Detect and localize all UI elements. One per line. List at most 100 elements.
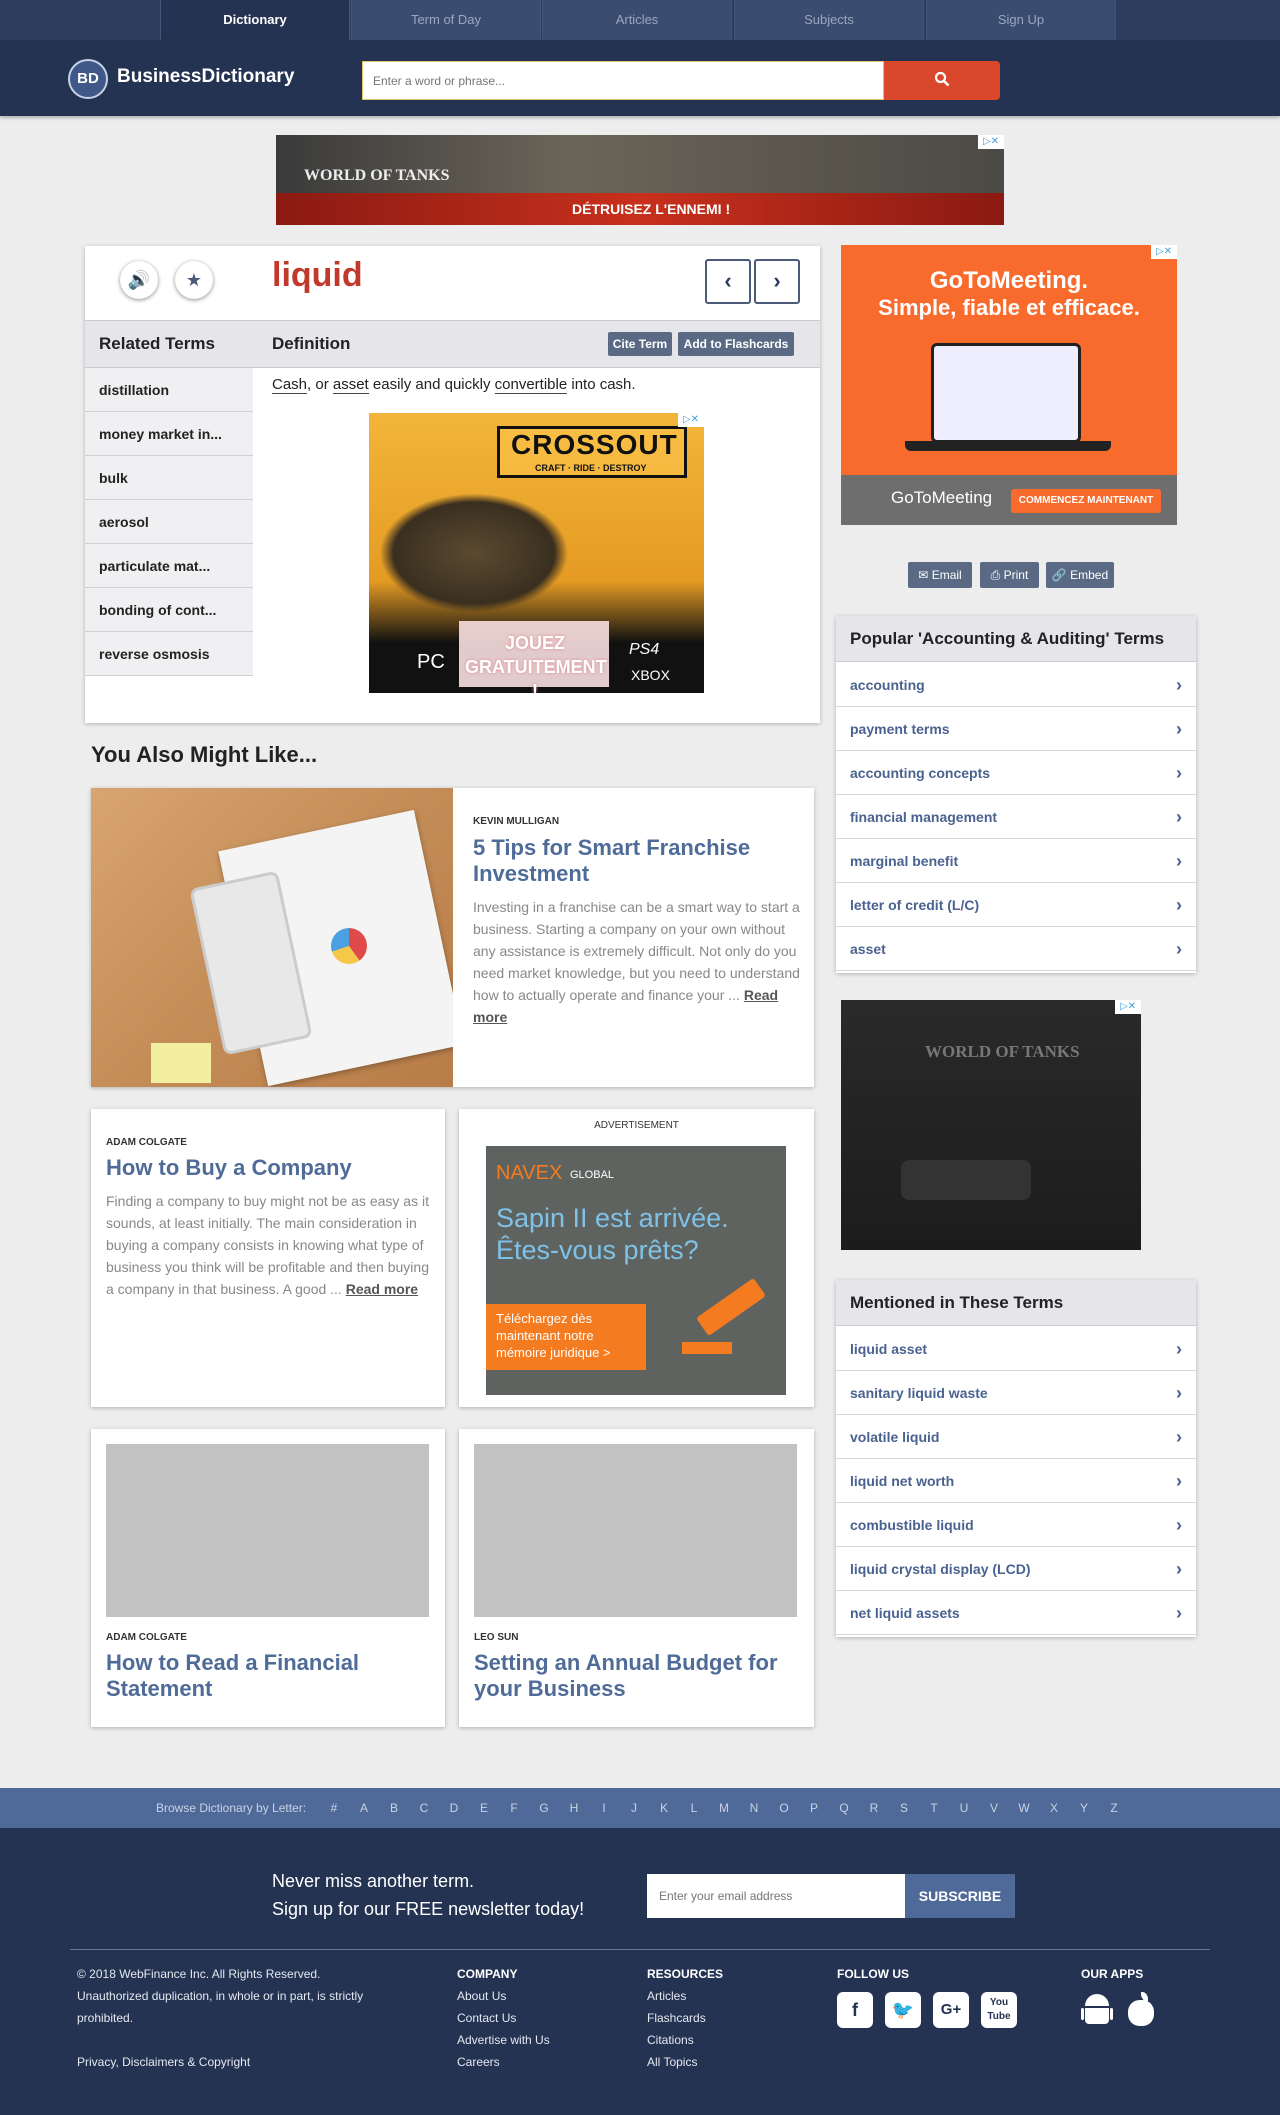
browse-letter-link[interactable]: Y: [1077, 1801, 1091, 1815]
tab-sign-up[interactable]: Sign Up: [926, 0, 1116, 40]
related-term-item[interactable]: reverse osmosis: [85, 632, 253, 676]
browse-letter-link[interactable]: T: [927, 1801, 941, 1815]
browse-letter-link[interactable]: M: [717, 1801, 731, 1815]
browse-letter-link[interactable]: H: [567, 1801, 581, 1815]
definition-link[interactable]: Cash: [272, 376, 308, 394]
ad-close-icon[interactable]: ▷✕: [1151, 245, 1177, 259]
ad-close-icon[interactable]: ▷✕: [678, 413, 704, 427]
browse-letter-link[interactable]: A: [357, 1801, 371, 1815]
mentioned-term-item[interactable]: combustible liquid ›: [836, 1503, 1196, 1547]
related-term-item[interactable]: money market in...: [85, 412, 253, 456]
pronounce-button[interactable]: 🔊: [120, 261, 158, 299]
browse-letter-link[interactable]: N: [747, 1801, 761, 1815]
subscribe-button[interactable]: SUBSCRIBE: [905, 1874, 1015, 1918]
browse-letter-link[interactable]: U: [957, 1801, 971, 1815]
browse-letter-link[interactable]: K: [657, 1801, 671, 1815]
footer-link[interactable]: All Topics: [647, 2055, 697, 2069]
related-term-item[interactable]: aerosol: [85, 500, 253, 544]
google-plus-icon[interactable]: G+: [933, 1992, 969, 2028]
browse-letter-link[interactable]: C: [417, 1801, 431, 1815]
tab-term-of-day[interactable]: Term of Day: [351, 0, 541, 40]
right-ad-worldoftanks[interactable]: WORLD OF TANKS ▷✕: [841, 1000, 1141, 1250]
related-term-item[interactable]: bulk: [85, 456, 253, 500]
browse-letter-link[interactable]: Q: [837, 1801, 851, 1815]
mentioned-term-item[interactable]: liquid crystal display (LCD) ›: [836, 1547, 1196, 1591]
add-flashcards-button[interactable]: Add to Flashcards: [678, 332, 794, 356]
logo-badge[interactable]: BD: [68, 59, 108, 99]
browse-letter-link[interactable]: B: [387, 1801, 401, 1815]
browse-letter-link[interactable]: L: [687, 1801, 701, 1815]
browse-letter-link[interactable]: X: [1047, 1801, 1061, 1815]
footer-link[interactable]: About Us: [457, 1989, 506, 2003]
browse-letter-link[interactable]: R: [867, 1801, 881, 1815]
android-icon[interactable]: [1081, 1992, 1113, 2028]
newsletter-email-input[interactable]: [647, 1874, 905, 1918]
cite-term-button[interactable]: Cite Term: [608, 332, 672, 356]
popular-term-item[interactable]: accounting ›: [836, 663, 1196, 707]
definition-link[interactable]: convertible: [494, 376, 568, 394]
popular-term-item[interactable]: financial management ›: [836, 795, 1196, 839]
related-term-item[interactable]: bonding of cont...: [85, 588, 253, 632]
footer-link[interactable]: Advertise with Us: [457, 2033, 550, 2047]
youtube-icon[interactable]: You Tube: [981, 1992, 1017, 2028]
top-ad-banner[interactable]: WORLD OF TANKS DÉTRUISEZ L'ENNEMI ! ▷✕: [276, 135, 1004, 225]
browse-letter-link[interactable]: #: [327, 1801, 341, 1815]
popular-term-item[interactable]: accounting concepts ›: [836, 751, 1196, 795]
embed-button[interactable]: 🔗 Embed: [1046, 562, 1114, 588]
browse-letter-link[interactable]: P: [807, 1801, 821, 1815]
article-title[interactable]: How to Buy a Company: [106, 1155, 426, 1181]
browse-letter-link[interactable]: D: [447, 1801, 461, 1815]
mentioned-term-item[interactable]: net liquid assets ›: [836, 1591, 1196, 1635]
print-button[interactable]: ⎙ Print: [980, 562, 1039, 588]
ad-close-icon[interactable]: ▷✕: [1115, 1000, 1141, 1014]
browse-letter-link[interactable]: G: [537, 1801, 551, 1815]
article-title[interactable]: How to Read a Financial Statement: [106, 1650, 426, 1702]
browse-letter-link[interactable]: O: [777, 1801, 791, 1815]
article-title[interactable]: Setting an Annual Budget for your Busine…: [474, 1650, 794, 1702]
email-button[interactable]: ✉ Email: [908, 562, 972, 588]
next-term-button[interactable]: ›: [754, 259, 800, 304]
browse-letter-link[interactable]: I: [597, 1801, 611, 1815]
mentioned-term-item[interactable]: liquid net worth ›: [836, 1459, 1196, 1503]
tab-subjects[interactable]: Subjects: [734, 0, 924, 40]
read-more-link[interactable]: Read more: [346, 1281, 418, 1297]
definition-ad[interactable]: CROSSOUT CRAFT · RIDE · DESTROY JOUEZ GR…: [369, 413, 704, 693]
browse-letter-link[interactable]: F: [507, 1801, 521, 1815]
footer-link[interactable]: Contact Us: [457, 2011, 516, 2025]
related-term-item[interactable]: particulate mat...: [85, 544, 253, 588]
definition-link[interactable]: asset: [332, 376, 369, 394]
popular-term-item[interactable]: payment terms ›: [836, 707, 1196, 751]
browse-letter-link[interactable]: E: [477, 1801, 491, 1815]
tab-articles[interactable]: Articles: [542, 0, 732, 40]
right-ad-gotomeeting[interactable]: GoToMeeting. Simple, fiable et efficace.…: [841, 245, 1177, 525]
browse-letter-link[interactable]: W: [1017, 1801, 1031, 1815]
footer-link[interactable]: Careers: [457, 2055, 500, 2069]
browse-letter-link[interactable]: Z: [1107, 1801, 1121, 1815]
favorite-button[interactable]: ★: [175, 261, 213, 299]
browse-letter-link[interactable]: S: [897, 1801, 911, 1815]
privacy-link[interactable]: Privacy, Disclaimers & Copyright: [77, 2055, 250, 2069]
navex-ad[interactable]: NAVEX GLOBAL Sapin II est arrivée. Êtes-…: [486, 1146, 786, 1395]
search-button[interactable]: [884, 61, 1000, 100]
popular-term-item[interactable]: letter of credit (L/C) ›: [836, 883, 1196, 927]
footer-link[interactable]: Citations: [647, 2033, 694, 2047]
footer-link[interactable]: Articles: [647, 1989, 686, 2003]
mentioned-term-item[interactable]: volatile liquid ›: [836, 1415, 1196, 1459]
facebook-icon[interactable]: f: [837, 1992, 873, 2028]
logo-text[interactable]: BusinessDictionary: [117, 66, 294, 88]
prev-term-button[interactable]: ‹: [705, 259, 751, 304]
browse-letter-link[interactable]: V: [987, 1801, 1001, 1815]
ad-close-icon[interactable]: ▷✕: [978, 135, 1004, 149]
apple-icon[interactable]: [1126, 1992, 1156, 2026]
twitter-icon[interactable]: 🐦: [885, 1992, 921, 2028]
article-title[interactable]: 5 Tips for Smart Franchise Investment: [473, 835, 793, 887]
popular-term-item[interactable]: marginal benefit ›: [836, 839, 1196, 883]
related-term-item[interactable]: distillation: [85, 368, 253, 412]
footer-link[interactable]: Flashcards: [647, 2011, 706, 2025]
tab-dictionary[interactable]: Dictionary: [160, 0, 350, 40]
popular-term-item[interactable]: asset ›: [836, 927, 1196, 971]
mentioned-term-item[interactable]: sanitary liquid waste ›: [836, 1371, 1196, 1415]
browse-letter-link[interactable]: J: [627, 1801, 641, 1815]
mentioned-term-item[interactable]: liquid asset ›: [836, 1327, 1196, 1371]
search-input[interactable]: [362, 61, 884, 100]
